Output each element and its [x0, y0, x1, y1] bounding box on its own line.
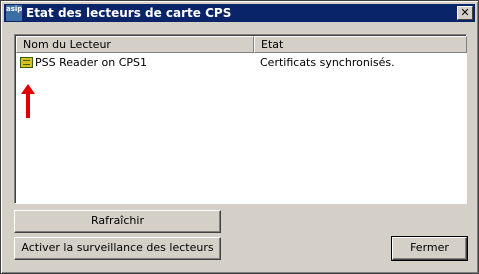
- column-header-state[interactable]: Etat: [254, 36, 467, 53]
- reader-state-cell: Certificats synchronisés.: [260, 56, 395, 69]
- title-close-button[interactable]: ✕: [457, 6, 473, 20]
- card-reader-icon: [20, 57, 33, 68]
- list-row[interactable]: PSS Reader on CPS1 Certificats synchroni…: [16, 54, 467, 72]
- activate-monitoring-button[interactable]: Activer la surveillance des lecteurs: [14, 237, 221, 260]
- reader-list-frame: Nom du Lecteur Etat PSS Reader on CPS1 C…: [15, 35, 467, 203]
- title-bar[interactable]: asip Etat des lecteurs de carte CPS ✕: [4, 4, 475, 22]
- window-title: Etat des lecteurs de carte CPS: [26, 6, 232, 20]
- red-arrow-annotation-icon: [21, 84, 35, 118]
- reader-list[interactable]: Nom du Lecteur Etat PSS Reader on CPS1 C…: [14, 34, 467, 204]
- close-button[interactable]: Fermer: [391, 236, 468, 261]
- asip-app-icon: asip: [6, 5, 22, 21]
- refresh-button[interactable]: Rafraîchir: [14, 210, 221, 233]
- reader-name-cell: PSS Reader on CPS1: [35, 56, 148, 69]
- list-header: Nom du Lecteur Etat: [16, 36, 467, 53]
- column-header-reader-name[interactable]: Nom du Lecteur: [16, 36, 254, 53]
- dialog-window: asip Etat des lecteurs de carte CPS ✕ No…: [0, 0, 479, 274]
